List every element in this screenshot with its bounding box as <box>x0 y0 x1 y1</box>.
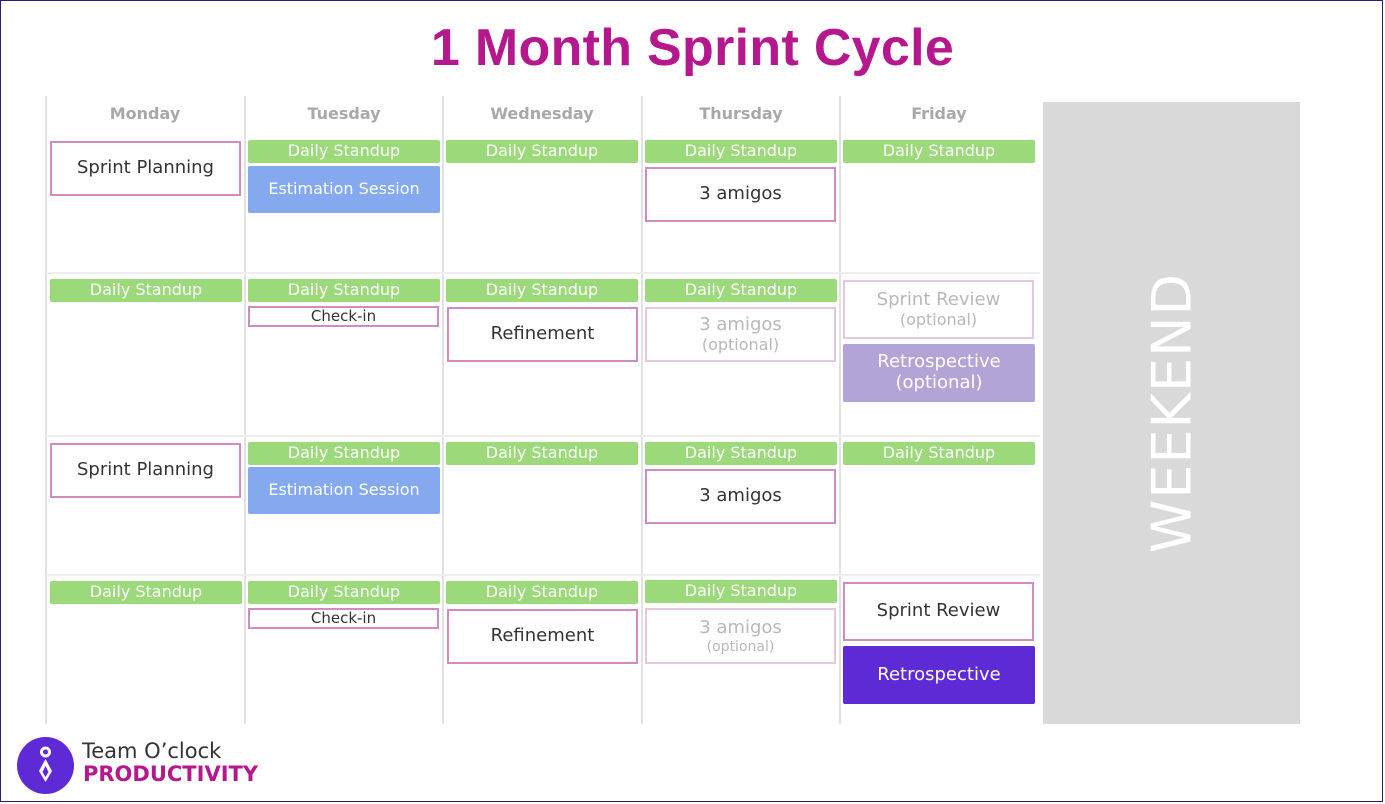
event-label: Daily Standup <box>485 582 599 602</box>
event-refinement[interactable]: Refinement <box>447 307 638 362</box>
event-label: Daily Standup <box>485 443 599 463</box>
event-daily-standup[interactable]: Daily Standup <box>645 140 837 163</box>
event-retrospective-optional[interactable]: Retrospective (optional) <box>843 344 1035 402</box>
brand-name: Team O’clock <box>82 739 222 763</box>
event-label: Refinement <box>490 323 595 345</box>
event-label: Retrospective <box>877 663 1001 685</box>
day-header-tuesday: Tuesday <box>307 104 381 123</box>
day-header-thursday: Thursday <box>699 104 783 123</box>
event-label: 3 amigos <box>699 314 782 335</box>
event-label: Estimation Session <box>268 480 420 500</box>
optional-note: (optional) <box>899 309 978 329</box>
optional-note: (optional) <box>701 334 780 354</box>
event-daily-standup[interactable]: Daily Standup <box>50 279 242 302</box>
event-label: Daily Standup <box>684 581 798 601</box>
event-daily-standup[interactable]: Daily Standup <box>248 140 440 163</box>
event-daily-standup[interactable]: Daily Standup <box>446 581 638 604</box>
week-divider <box>46 272 1040 274</box>
event-label: Daily Standup <box>287 443 401 463</box>
event-3-amigos-optional[interactable]: 3 amigos (optional) <box>645 608 836 664</box>
weekend-label: WEEKEND <box>1140 272 1203 554</box>
event-label: 3 amigos <box>699 617 782 638</box>
tie-icon-graphic <box>39 746 52 782</box>
event-label: Sprint Planning <box>77 459 214 481</box>
event-label: Daily Standup <box>287 280 401 300</box>
event-check-in[interactable]: Check-in <box>248 306 439 327</box>
tie-icon <box>17 737 74 794</box>
week-divider <box>46 435 1040 437</box>
event-estimation-session[interactable]: Estimation Session <box>248 166 440 213</box>
event-label: Retrospective <box>877 351 1001 373</box>
event-daily-standup[interactable]: Daily Standup <box>248 581 440 604</box>
event-label: Sprint Review <box>876 288 1001 310</box>
event-daily-standup[interactable]: Daily Standup <box>843 140 1035 163</box>
event-label: Check-in <box>310 306 377 325</box>
event-label: Refinement <box>490 625 595 647</box>
column-divider <box>641 96 643 724</box>
event-daily-standup[interactable]: Daily Standup <box>248 442 440 465</box>
event-daily-standup[interactable]: Daily Standup <box>50 581 242 604</box>
event-sprint-review[interactable]: Sprint Review <box>843 582 1034 641</box>
day-header-friday: Friday <box>911 104 967 123</box>
event-daily-standup[interactable]: Daily Standup <box>248 279 440 302</box>
event-3-amigos-optional[interactable]: 3 amigos (optional) <box>645 307 836 362</box>
event-label: Daily Standup <box>485 141 599 161</box>
event-label: Daily Standup <box>485 280 599 300</box>
event-daily-standup[interactable]: Daily Standup <box>645 580 837 603</box>
page-title: 1 Month Sprint Cycle <box>430 19 955 77</box>
event-3-amigos[interactable]: 3 amigos <box>645 167 836 222</box>
optional-note: (optional) <box>706 638 775 655</box>
event-label: Estimation Session <box>268 179 420 199</box>
event-label: Sprint Review <box>876 600 1001 622</box>
week-divider <box>46 574 1040 576</box>
event-label: Daily Standup <box>287 141 401 161</box>
event-sprint-planning[interactable]: Sprint Planning <box>50 141 241 196</box>
event-sprint-review-optional[interactable]: Sprint Review (optional) <box>843 280 1034 339</box>
event-label: Daily Standup <box>287 582 401 602</box>
event-daily-standup[interactable]: Daily Standup <box>645 442 837 465</box>
event-daily-standup[interactable]: Daily Standup <box>446 140 638 163</box>
event-refinement[interactable]: Refinement <box>447 609 638 664</box>
event-label: Daily Standup <box>882 443 996 463</box>
event-daily-standup[interactable]: Daily Standup <box>843 442 1035 465</box>
event-label: Daily Standup <box>684 443 798 463</box>
day-header-wednesday: Wednesday <box>490 104 594 123</box>
event-check-in[interactable]: Check-in <box>248 608 439 629</box>
event-daily-standup[interactable]: Daily Standup <box>446 279 638 302</box>
column-divider <box>442 96 444 724</box>
event-label: Daily Standup <box>882 141 996 161</box>
event-label: 3 amigos <box>699 485 782 507</box>
event-label: Check-in <box>310 608 377 627</box>
brand-tagline: PRODUCTIVITY <box>83 762 259 786</box>
optional-note: (optional) <box>895 372 983 393</box>
event-label: 3 amigos <box>699 183 782 205</box>
event-label: Daily Standup <box>684 141 798 161</box>
event-label: Sprint Planning <box>77 157 214 179</box>
event-label: Daily Standup <box>684 280 798 300</box>
event-label: Daily Standup <box>89 582 203 602</box>
event-sprint-planning[interactable]: Sprint Planning <box>50 443 241 498</box>
event-daily-standup[interactable]: Daily Standup <box>645 279 837 302</box>
column-divider <box>839 96 841 724</box>
event-daily-standup[interactable]: Daily Standup <box>446 442 638 465</box>
event-3-amigos[interactable]: 3 amigos <box>645 469 836 524</box>
day-header-monday: Monday <box>109 104 181 123</box>
event-retrospective[interactable]: Retrospective <box>843 646 1035 704</box>
weekend-block: WEEKEND <box>1043 102 1300 724</box>
event-estimation-session[interactable]: Estimation Session <box>248 467 440 514</box>
column-divider <box>244 96 246 724</box>
event-label: Daily Standup <box>89 280 203 300</box>
column-divider <box>45 96 47 724</box>
